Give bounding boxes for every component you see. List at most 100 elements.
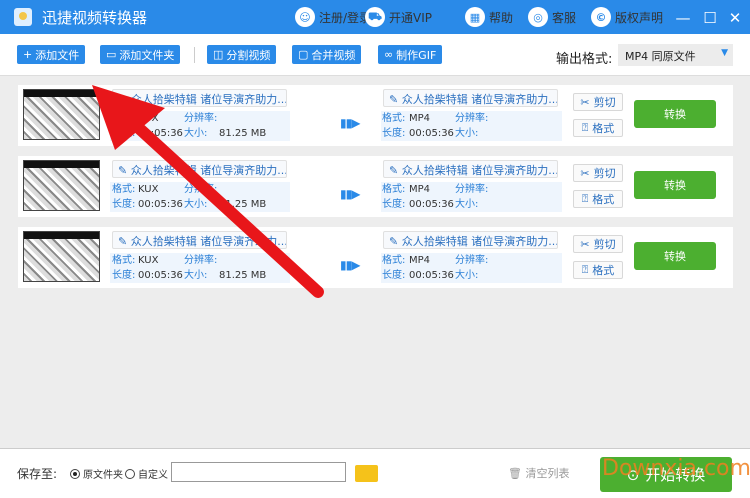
out-duration-value: 00:05:36 (409, 199, 454, 210)
output-format-label: 输出格式: (556, 52, 613, 67)
trash-icon: 🗑 (508, 467, 522, 480)
source-info: 格式: KUX 分辨率: 长度: 00:05:36 大小: 81.25 MB (110, 111, 290, 141)
clear-list-label: 清空列表 (525, 467, 570, 480)
merge-video-button[interactable]: ▢ 合并视频 (292, 45, 362, 64)
add-folder-label: 添加文件夹 (119, 48, 175, 62)
size-key: 大小: (455, 270, 479, 281)
cut-button[interactable]: ✂ 剪切 (573, 235, 623, 253)
duration-key: 长度: (382, 128, 406, 139)
vip-label: 开通VIP (389, 10, 432, 25)
original-folder-label: 原文件夹 (83, 470, 123, 481)
chevron-down-icon: ▼ (721, 48, 728, 58)
user-icon: ☺ (295, 7, 315, 27)
headset-icon: ◎ (528, 7, 548, 27)
format-key: 格式: (382, 255, 406, 266)
merge-label: 合并视频 (311, 48, 356, 62)
format-value: KUX (138, 255, 159, 266)
file-name: 众人拾柴特辑 诸位导演齐助力... (130, 93, 287, 106)
close-button[interactable]: ✕ (727, 9, 743, 27)
radio-unchecked-icon (125, 468, 135, 479)
question-file-icon: ⍰ (581, 121, 589, 134)
size-value: 81.25 MB (219, 199, 267, 210)
resolution-key: 分辨率: (455, 113, 489, 124)
copyright-link[interactable]: © 版权声明 (591, 0, 663, 34)
duration-key: 长度: (112, 199, 136, 210)
save-to-label: 保存至: (17, 467, 58, 481)
convert-button[interactable]: 转换 (634, 100, 716, 128)
output-name-field[interactable]: ✎ 众人拾柴特辑 诸位导演齐助力... (383, 89, 558, 107)
file-row: ✎ 众人拾柴特辑 诸位导演齐助力... 格式: KUX 分辨率: 长度: 00:… (18, 85, 733, 146)
out-format-value: MP4 (409, 255, 431, 266)
output-name-field[interactable]: ✎ 众人拾柴特辑 诸位导演齐助力... (383, 160, 558, 178)
radio-custom[interactable]: 自定义 (125, 466, 168, 481)
support-link[interactable]: ◎ 客服 (528, 0, 576, 34)
convert-button[interactable]: 转换 (634, 242, 716, 270)
vip-link[interactable]: ⛟ 开通VIP (365, 0, 432, 34)
add-folder-button[interactable]: ▭ 添加文件夹 (100, 45, 181, 64)
split-label: 分割视频 (226, 48, 271, 62)
scissors-icon: ✂ (580, 237, 590, 251)
file-name-field[interactable]: ✎ 众人拾柴特辑 诸位导演齐助力... (112, 89, 287, 107)
duration-key: 长度: (112, 128, 136, 139)
cut-label: 剪切 (593, 238, 616, 251)
output-format-select[interactable]: MP4 同原文件 ▼ (618, 44, 733, 66)
split-video-button[interactable]: ◫ 分割视频 (207, 45, 277, 64)
file-list: ✎ 众人拾柴特辑 诸位导演齐助力... 格式: KUX 分辨率: 长度: 00:… (0, 75, 750, 448)
cut-button[interactable]: ✂ 剪切 (573, 93, 623, 111)
duration-key: 长度: (382, 270, 406, 281)
convert-arrow-icon: ▮▮▶ (340, 116, 360, 130)
file-name-field[interactable]: ✎ 众人拾柴特辑 诸位导演齐助力... (112, 231, 287, 249)
cut-button[interactable]: ✂ 剪切 (573, 164, 623, 182)
out-duration-value: 00:05:36 (409, 270, 454, 281)
output-info: 格式: MP4 分辨率: 长度: 00:05:36 大小: (381, 182, 562, 212)
resolution-key: 分辨率: (455, 184, 489, 195)
duration-key: 长度: (112, 270, 136, 281)
format-label: 格式 (592, 193, 615, 206)
file-row: ✎ 众人拾柴特辑 诸位导演齐助力... 格式: KUX 分辨率: 长度: 00:… (18, 227, 733, 288)
split-icon: ◫ (213, 48, 224, 61)
toolbar: + 添加文件 ▭ 添加文件夹 ◫ 分割视频 ▢ 合并视频 ∞ 制作GIF 输出格式: MP… (0, 34, 750, 75)
login-link[interactable]: ☺ 注册/登录 (295, 0, 371, 34)
duration-value: 00:05:36 (138, 128, 183, 139)
file-name-field[interactable]: ✎ 众人拾柴特辑 诸位导演齐助力... (112, 160, 287, 178)
gif-label: 制作GIF (396, 48, 437, 62)
clear-list-button[interactable]: 🗑 清空列表 (508, 465, 569, 481)
folder-icon[interactable] (355, 465, 378, 482)
format-button[interactable]: ⍰ 格式 (573, 190, 623, 208)
merge-icon: ▢ (298, 48, 309, 61)
maximize-button[interactable]: ☐ (702, 9, 718, 27)
out-duration-value: 00:05:36 (409, 128, 454, 139)
custom-label: 自定义 (138, 470, 168, 481)
size-value: 81.25 MB (219, 128, 267, 139)
format-key: 格式: (112, 113, 136, 124)
convert-button[interactable]: 转换 (634, 171, 716, 199)
resolution-key: 分辨率: (184, 184, 218, 195)
format-key: 格式: (112, 184, 136, 195)
output-name-field[interactable]: ✎ 众人拾柴特辑 诸位导演齐助力... (383, 231, 558, 249)
link-icon: ∞ (384, 48, 394, 61)
divider (194, 47, 195, 63)
size-key: 大小: (184, 199, 208, 210)
format-value: KUX (138, 184, 159, 195)
add-file-button[interactable]: + 添加文件 (17, 45, 86, 64)
help-link[interactable]: ▦ 帮助 (465, 0, 513, 34)
file-name: 众人拾柴特辑 诸位导演齐助力... (130, 235, 287, 248)
output-name: 众人拾柴特辑 诸位导演齐助力... (401, 164, 558, 177)
resolution-key: 分辨率: (455, 255, 489, 266)
radio-original-folder[interactable]: 原文件夹 (70, 466, 123, 481)
copyright-icon: © (591, 7, 611, 27)
cart-icon: ⛟ (365, 7, 385, 27)
format-button[interactable]: ⍰ 格式 (573, 119, 623, 137)
format-button[interactable]: ⍰ 格式 (573, 261, 623, 279)
save-path-input[interactable] (171, 462, 346, 482)
login-label: 注册/登录 (319, 10, 372, 25)
resolution-key: 分辨率: (184, 255, 218, 266)
question-file-icon: ⍰ (581, 263, 589, 276)
help-label: 帮助 (489, 10, 514, 25)
format-key: 格式: (112, 255, 136, 266)
make-gif-button[interactable]: ∞ 制作GIF (378, 45, 443, 64)
minimize-button[interactable]: — (675, 9, 691, 27)
cut-label: 剪切 (593, 167, 616, 180)
video-thumbnail (23, 89, 100, 140)
size-key: 大小: (184, 270, 208, 281)
